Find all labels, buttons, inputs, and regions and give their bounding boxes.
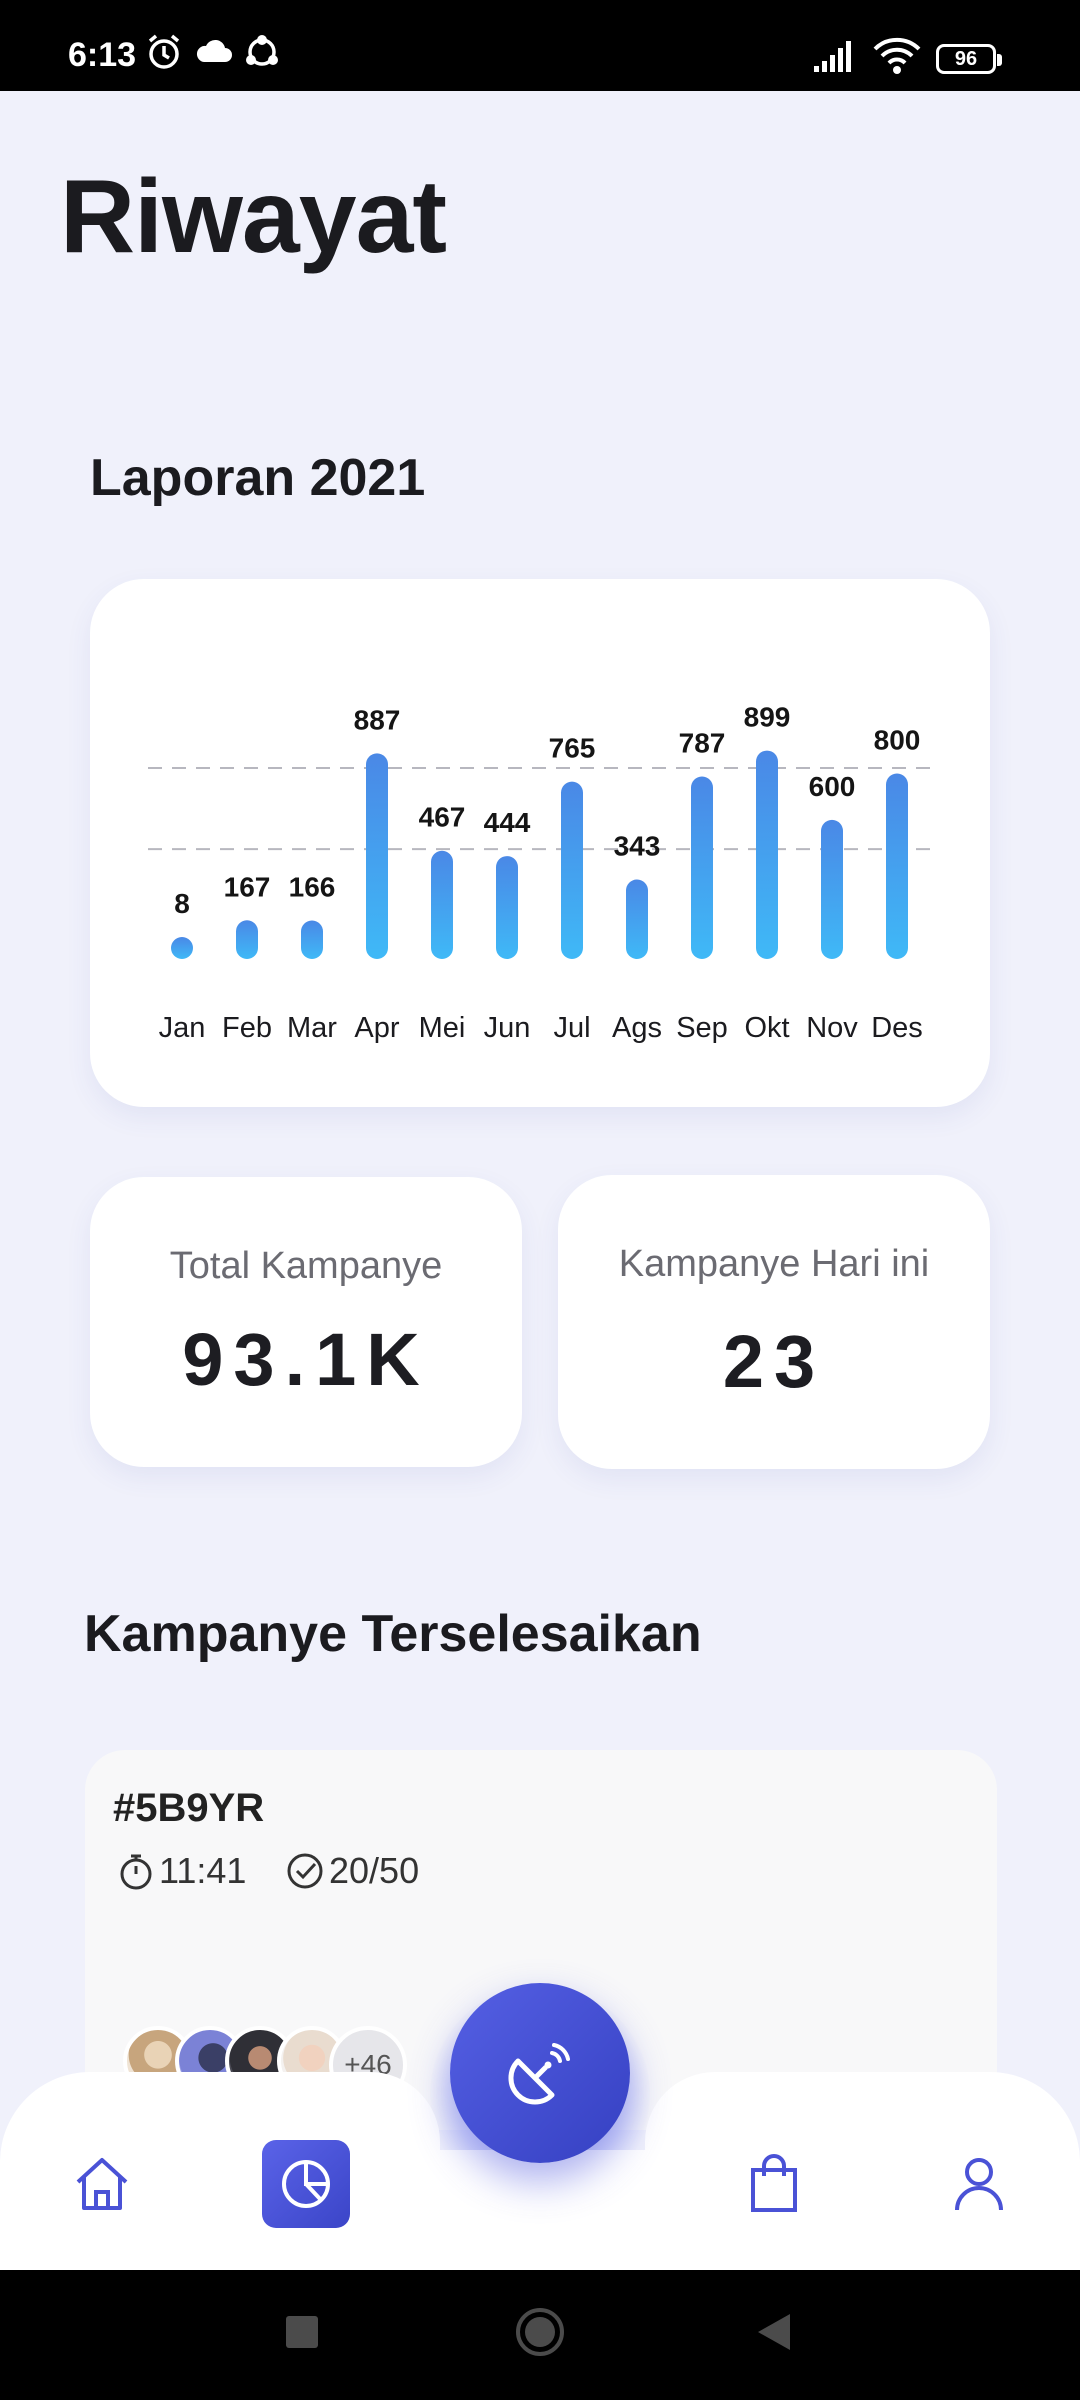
nav-profile[interactable] bbox=[935, 2140, 1023, 2228]
back-icon[interactable] bbox=[756, 2312, 792, 2352]
chart-bar-jun bbox=[496, 856, 518, 959]
chart-value-label: 800 bbox=[874, 725, 921, 756]
chart-x-label: Ags bbox=[612, 1012, 662, 1044]
chart-x-label: Mei bbox=[419, 1012, 466, 1044]
completed-campaigns-title: Kampanye Terselesaikan bbox=[84, 1605, 702, 1663]
chart-x-label: Jan bbox=[159, 1012, 206, 1044]
report-title: Laporan 2021 bbox=[90, 449, 426, 507]
today-campaign-card: Kampanye Hari ini 23 bbox=[558, 1175, 990, 1469]
chart-value-label: 167 bbox=[224, 871, 271, 902]
chart-x-label: Des bbox=[871, 1012, 923, 1044]
nav-shop[interactable] bbox=[730, 2140, 818, 2228]
home-circle-icon[interactable] bbox=[514, 2306, 566, 2358]
battery-icon: 96 bbox=[936, 44, 1002, 74]
chart-x-label: Feb bbox=[222, 1012, 272, 1044]
chart-x-label: Sep bbox=[676, 1012, 728, 1044]
chart-x-label: Jul bbox=[553, 1012, 590, 1044]
today-campaign-label: Kampanye Hari ini bbox=[618, 1243, 930, 1285]
status-bar: 6:13 96 bbox=[0, 0, 1080, 91]
chart-x-label: Okt bbox=[744, 1012, 789, 1044]
chart-value-label: 467 bbox=[419, 802, 466, 833]
page-title: Riwayat bbox=[60, 159, 447, 275]
chart-value-label: 166 bbox=[289, 872, 336, 903]
status-time: 6:13 bbox=[68, 36, 137, 74]
chart-bar-okt bbox=[756, 750, 778, 959]
broadcast-button[interactable] bbox=[450, 1983, 630, 2163]
bottom-nav-center bbox=[420, 2150, 670, 2272]
today-campaign-value: 23 bbox=[722, 1320, 826, 1403]
home-icon bbox=[76, 2158, 128, 2210]
chart-x-label: Jun bbox=[484, 1012, 531, 1044]
nav-history[interactable] bbox=[262, 2140, 350, 2228]
chart-bar-mar bbox=[301, 920, 323, 959]
stopwatch-icon bbox=[120, 1854, 152, 1890]
chart-bar-apr bbox=[366, 753, 388, 959]
wifi-icon bbox=[873, 37, 921, 74]
chart-value-label: 899 bbox=[744, 702, 791, 733]
chart-bar-sep bbox=[691, 776, 713, 959]
campaign-time-value: 11:41 bbox=[159, 1850, 247, 1891]
chart-value-label: 600 bbox=[809, 771, 856, 802]
recents-icon[interactable] bbox=[284, 2314, 320, 2350]
chart-x-label: Nov bbox=[806, 1012, 858, 1044]
chart-card: 8 167 166 887 467 444 765 343 787 899 600 800 Jan Fe… bbox=[90, 579, 990, 1107]
campaign-time: 11:41 bbox=[117, 1850, 246, 1892]
total-campaign-card: Total Kampanye 93.1K bbox=[90, 1177, 522, 1467]
total-campaign-label: Total Kampanye bbox=[169, 1245, 443, 1287]
chart-x-label: Apr bbox=[354, 1012, 399, 1044]
alarm-icon bbox=[148, 34, 180, 69]
chart-value-label: 444 bbox=[484, 807, 531, 838]
chart-bar-mei bbox=[431, 850, 453, 959]
cloud-icon bbox=[196, 39, 232, 62]
campaign-id: #5B9YR bbox=[113, 1786, 265, 1830]
check-circle-icon bbox=[287, 1853, 323, 1889]
total-campaign-value: 93.1K bbox=[182, 1318, 430, 1401]
campaign-progress: 20/50 bbox=[285, 1850, 419, 1892]
chart-bar-ags bbox=[626, 879, 648, 959]
bar-chart: 8 167 166 887 467 444 765 343 787 899 600 800 Jan Fe… bbox=[148, 702, 932, 1044]
profile-icon bbox=[955, 2158, 1003, 2211]
chart-value-label: 8 bbox=[174, 888, 190, 919]
broadcast-icon bbox=[508, 2043, 570, 2105]
chart-value-label: 787 bbox=[679, 728, 726, 759]
sync-icon bbox=[246, 35, 278, 66]
chart-bar-nov bbox=[821, 819, 843, 959]
chart-bar-jan bbox=[171, 937, 193, 959]
system-nav-bar bbox=[0, 2270, 1080, 2400]
chart-x-label: Mar bbox=[287, 1012, 337, 1044]
chart-bar-feb bbox=[236, 920, 258, 959]
chart-value-label: 765 bbox=[549, 733, 596, 764]
signal-icon bbox=[814, 41, 851, 72]
chart-value-label: 887 bbox=[354, 704, 401, 735]
chart-value-label: 343 bbox=[614, 830, 661, 861]
history-pie-icon bbox=[282, 2160, 330, 2208]
nav-home[interactable] bbox=[58, 2140, 146, 2228]
shopping-bag-icon bbox=[751, 2154, 797, 2212]
chart-bar-jul bbox=[561, 781, 583, 959]
campaign-progress-value: 20/50 bbox=[329, 1850, 420, 1891]
chart-bar-des bbox=[886, 773, 908, 959]
